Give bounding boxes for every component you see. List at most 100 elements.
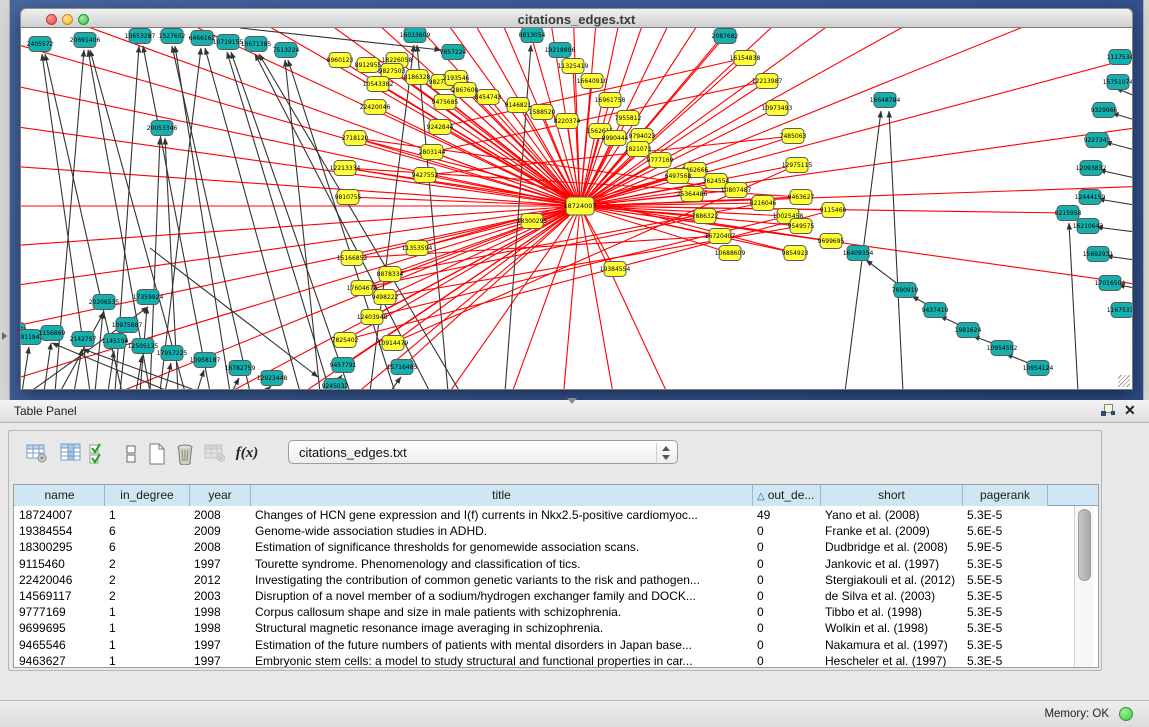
show-columns-icon[interactable] [57, 441, 85, 469]
network-node[interactable]: 20691406 [70, 33, 101, 48]
table-row[interactable]: 1456911722003Disruption of a novel membe… [14, 588, 1074, 604]
network-node[interactable]: 1145194 [102, 334, 129, 349]
network-node[interactable]: 2803144 [419, 145, 446, 160]
network-node[interactable]: 16640910 [577, 74, 608, 89]
network-node[interactable]: 9463627 [788, 190, 815, 205]
network-node[interactable]: 7886322 [692, 209, 719, 224]
table-row[interactable]: 946554611997Estimation of the future num… [14, 637, 1074, 653]
network-node[interactable]: 10653287 [125, 29, 156, 44]
network-node[interactable]: 9245032 [322, 379, 349, 390]
row-height-icon[interactable] [117, 441, 145, 469]
network-node[interactable]: 16782759 [225, 361, 256, 376]
create-column-icon[interactable] [143, 441, 171, 469]
network-node[interactable]: 9777169 [647, 153, 674, 168]
network-node[interactable]: 15751074 [1103, 75, 1132, 90]
network-node[interactable]: 9498222 [372, 290, 399, 305]
network-node[interactable]: 25364486 [677, 187, 708, 202]
scrollbar-thumb[interactable] [1078, 509, 1091, 581]
network-node[interactable]: 12213334 [330, 161, 361, 176]
network-node[interactable]: 12093832 [1076, 161, 1107, 176]
network-node[interactable]: 10688609 [715, 246, 746, 261]
network-node[interactable]: 1821073 [625, 142, 652, 157]
network-node[interactable]: 11325419 [558, 59, 589, 74]
network-node[interactable]: 10671385 [241, 37, 272, 52]
float-window-icon[interactable] [1101, 404, 1116, 418]
network-node[interactable]: 17359924 [133, 290, 164, 305]
network-node[interactable]: 2718120 [342, 131, 369, 146]
window-resize-grip[interactable] [1118, 375, 1130, 387]
network-node[interactable]: 1527602 [159, 29, 186, 44]
column-header-title[interactable]: title [251, 485, 753, 506]
table-mode-icon[interactable] [23, 441, 51, 469]
network-node[interactable]: 6466162 [189, 31, 216, 46]
network-node[interactable]: 12975115 [782, 158, 813, 173]
table-row[interactable]: 1938455462009Genome-wide association stu… [14, 523, 1074, 539]
table-row[interactable]: 969969511998Structural magnetic resonanc… [14, 620, 1074, 636]
network-node[interactable]: 11353594 [402, 241, 433, 256]
network-node[interactable]: 9242844 [427, 120, 454, 135]
network-node[interactable]: 18724007 [563, 197, 596, 215]
table-row[interactable]: 911546021997Tourette syndrome. Phenomeno… [14, 556, 1074, 572]
network-node[interactable]: 7955812 [615, 111, 642, 126]
network-node[interactable]: 19218906 [545, 43, 576, 58]
network-node[interactable]: 8878334 [377, 267, 404, 282]
network-node[interactable]: 17957225 [157, 346, 188, 361]
network-node[interactable]: 11675334 [1107, 303, 1132, 318]
table-row[interactable]: 1830029562008Estimation of significance … [14, 539, 1074, 555]
column-header-in_degree[interactable]: in_degree [105, 485, 190, 506]
network-node[interactable]: 9227343 [1084, 133, 1111, 148]
column-header-out_de[interactable]: △out_de... [753, 485, 821, 506]
network-node[interactable]: 15166852 [337, 251, 368, 266]
results-panel-collapsed-strip[interactable] [1143, 0, 1149, 400]
delete-column-icon[interactable] [171, 441, 199, 469]
network-node[interactable]: 9854923 [782, 246, 809, 261]
network-node[interactable]: 19384554 [600, 262, 631, 277]
network-node[interactable]: 9329966 [1091, 103, 1118, 118]
network-node[interactable]: 18300295 [517, 214, 548, 229]
panel-divider-grip[interactable] [567, 398, 577, 404]
network-node[interactable]: 10958187 [190, 353, 221, 368]
network-node[interactable]: 8215958 [1055, 206, 1082, 221]
close-icon[interactable]: ✕ [1124, 402, 1136, 419]
network-node[interactable]: 10975887 [112, 318, 143, 333]
network-node[interactable]: 10973493 [762, 101, 793, 116]
network-node[interactable]: 16210643 [1073, 219, 1104, 234]
network-canvas[interactable]: 18724007 18300295 19384554 1132541916640910… [20, 28, 1133, 390]
network-node[interactable]: 8912955 [355, 58, 382, 73]
network-node[interactable]: 16648784 [870, 93, 901, 108]
network-node[interactable]: 8813054 [519, 28, 546, 43]
table-scrollbar[interactable] [1074, 506, 1094, 668]
network-node[interactable]: 15692931 [1083, 247, 1114, 262]
network-node[interactable]: 16720407 [705, 229, 736, 244]
network-node[interactable]: 9699695 [818, 234, 845, 249]
column-header-pagerank[interactable]: pagerank [963, 485, 1048, 506]
table-row[interactable]: 946362711997Embryonic stem cells: a mode… [14, 653, 1074, 668]
network-node[interactable]: 16154838 [730, 51, 761, 66]
network-node[interactable]: 1156869 [39, 326, 66, 341]
network-node[interactable]: 2405572 [27, 37, 54, 52]
network-node[interactable]: 9146821 [505, 98, 532, 113]
network-node[interactable]: 9457791 [330, 358, 357, 373]
column-header-name[interactable]: name [15, 485, 105, 506]
network-node[interactable]: 7825402 [332, 333, 359, 348]
network-node[interactable]: 10914479 [378, 336, 409, 351]
network-node[interactable]: 10807487 [721, 183, 752, 198]
network-node[interactable]: 9810755 [335, 190, 362, 205]
network-node[interactable]: 1588520 [529, 105, 556, 120]
network-node[interactable]: 8186328 [404, 70, 431, 85]
network-node[interactable]: 12505135 [128, 339, 159, 354]
table-row[interactable]: 1872400712008Changes of HCN gene express… [14, 507, 1074, 523]
network-node[interactable]: 9437419 [922, 303, 949, 318]
network-node[interactable]: 1117534 [1107, 50, 1132, 65]
network-node[interactable]: 7513224 [273, 43, 300, 58]
expand-panel-arrow-icon[interactable] [2, 332, 7, 340]
network-node[interactable]: 12213987 [752, 74, 783, 89]
network-node[interactable]: 10543382 [363, 77, 394, 92]
network-node[interactable]: 8216046 [750, 196, 777, 211]
network-node[interactable]: 12403948 [357, 310, 388, 325]
network-node[interactable]: 10719155 [213, 35, 244, 50]
network-node[interactable]: 15716485 [387, 360, 418, 375]
network-node[interactable]: 9115460 [820, 203, 847, 218]
network-node[interactable]: 8454743 [475, 90, 502, 105]
network-node[interactable]: 9427552 [412, 168, 439, 183]
